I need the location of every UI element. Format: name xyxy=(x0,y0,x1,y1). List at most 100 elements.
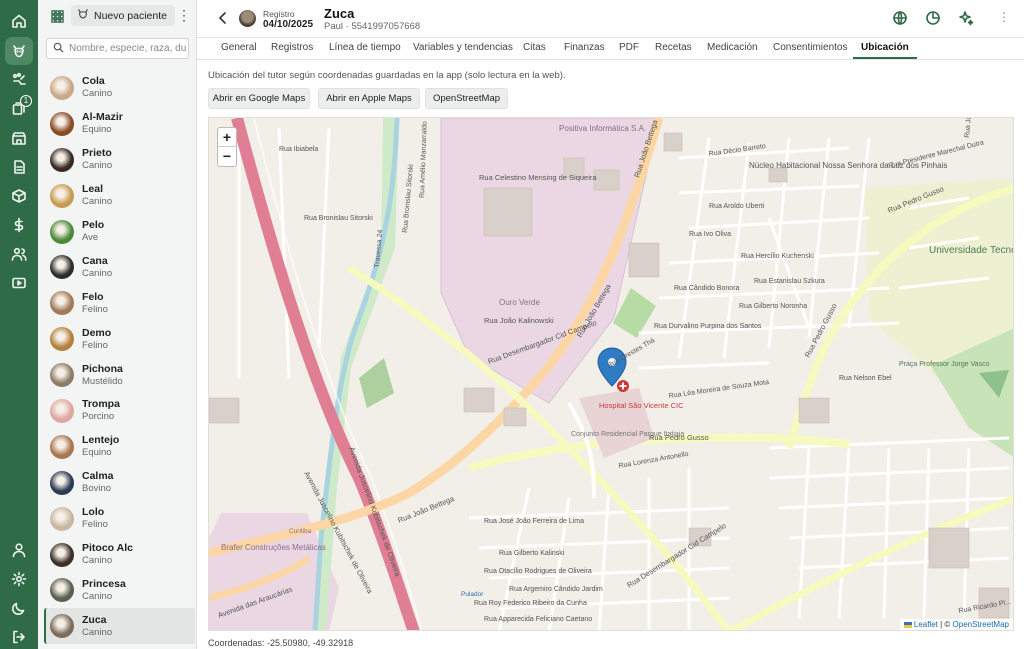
patient-list-item[interactable]: Calma Bovino xyxy=(44,465,195,501)
patient-list-item[interactable]: Al-Mazir Equino xyxy=(44,106,195,142)
home-icon[interactable] xyxy=(5,7,33,35)
tab-general[interactable]: General xyxy=(221,42,257,59)
tab-citas[interactable]: Citas xyxy=(523,42,546,59)
registro-date: 04/10/2025 xyxy=(263,19,314,30)
logout-icon[interactable] xyxy=(5,623,33,649)
new-patient-button[interactable]: Nuevo paciente xyxy=(71,5,175,26)
patient-list-item[interactable]: Zuca Canino xyxy=(44,608,195,645)
patient-list-item[interactable]: Demo Felino xyxy=(44,321,195,357)
patient-name: Trompa xyxy=(82,398,120,411)
patient-name: Lentejo xyxy=(82,434,120,447)
map-label: Rua João Kalinowski xyxy=(484,316,554,325)
tab-consentimientos[interactable]: Consentimientos xyxy=(773,42,847,59)
map-label: Rua Hercílio Kuchenski xyxy=(741,253,814,260)
video-icon[interactable] xyxy=(5,269,33,297)
google-maps-button[interactable]: Abrir en Google Maps xyxy=(208,88,310,109)
patient-name: Lolo xyxy=(82,506,105,519)
more-menu-icon[interactable]: ⋮ xyxy=(996,10,1012,26)
patient-list-item[interactable]: Lolo Felino xyxy=(44,501,195,537)
tab-medicación[interactable]: Medicación xyxy=(707,42,758,59)
avatar xyxy=(239,10,256,27)
tab-pdf[interactable]: PDF xyxy=(619,42,639,59)
patient-species: Canino xyxy=(82,626,113,638)
tab-ubicación[interactable]: Ubicación xyxy=(853,42,917,59)
openstreetmap-link[interactable]: OpenStreetMap xyxy=(953,620,1009,629)
paw-routes-icon[interactable] xyxy=(5,66,33,94)
map-label: Rua Otacílio Rodrigues de Oliveira xyxy=(484,568,592,575)
tab-línea-de-tiempo[interactable]: Línea de tiempo xyxy=(329,42,401,59)
map-tiles[interactable]: Positiva Informática S.A. Ouro Verde Núc… xyxy=(209,118,1014,631)
zoom-out-button[interactable]: − xyxy=(218,147,236,166)
tab-recetas[interactable]: Recetas xyxy=(655,42,692,59)
patient-list-item[interactable]: Leal Canino xyxy=(44,178,195,214)
back-icon[interactable] xyxy=(215,10,231,26)
ukraine-flag-icon xyxy=(903,621,912,628)
patient-name: Leal xyxy=(82,183,104,196)
avatar xyxy=(50,506,74,531)
box-icon[interactable] xyxy=(5,182,33,210)
page-title: Zuca xyxy=(324,6,355,21)
patient-species: Bovino xyxy=(82,483,112,495)
map-label: Ouro Verde xyxy=(499,298,540,307)
clinic-icon[interactable] xyxy=(5,124,33,152)
document-icon[interactable] xyxy=(5,153,33,181)
people-icon[interactable] xyxy=(5,240,33,268)
avatar xyxy=(50,434,74,459)
patient-list-item[interactable]: Trompa Porcino xyxy=(44,393,195,429)
search-input[interactable] xyxy=(69,43,187,54)
patient-name: Pelo xyxy=(82,219,105,231)
queue-icon[interactable]: 1 xyxy=(5,94,33,122)
patient-list-item[interactable]: Cola Canino xyxy=(44,70,195,106)
user-icon[interactable] xyxy=(5,536,33,564)
tab-variables-y-tendencias[interactable]: Variables y tendencias xyxy=(413,42,513,59)
leaflet-link[interactable]: Leaflet xyxy=(914,620,938,629)
map-label: Rua José João Ferreira de Lima xyxy=(484,518,584,525)
patient-list-item[interactable]: Lentejo Equino xyxy=(44,429,195,465)
main-panel: Registro 04/10/2025 Zuca Paul · 55419970… xyxy=(197,0,1024,649)
patient-list-item[interactable]: Pelo Ave xyxy=(44,214,195,250)
map-label: Rua Celestino Mensing de Siqueira xyxy=(479,173,597,182)
map-label: Brafer Construções Metálicas xyxy=(221,543,326,552)
patient-header: Registro 04/10/2025 Zuca Paul · 55419970… xyxy=(197,0,1024,38)
patient-species: Canino xyxy=(82,88,113,100)
patient-list-item[interactable]: Pitoco Alc Canino xyxy=(44,537,195,573)
apple-maps-button[interactable]: Abrir en Apple Maps xyxy=(318,88,420,109)
map-label: Universidade Tecnológica Federal do Para… xyxy=(929,245,1014,256)
patient-search[interactable] xyxy=(46,38,189,59)
map-label: Curitiba xyxy=(289,528,312,535)
dollar-icon[interactable] xyxy=(5,211,33,239)
patient-species: Equino xyxy=(82,124,112,136)
pet-icon[interactable] xyxy=(5,37,33,65)
avatar xyxy=(50,614,74,639)
openstreetmap-button[interactable]: OpenStreetMap xyxy=(425,88,508,109)
map-label: Rua Aroldo Uberti xyxy=(709,203,765,210)
sidebar-menu-icon[interactable]: ⋮ xyxy=(177,6,191,26)
avatar xyxy=(50,398,74,423)
tab-registros[interactable]: Registros xyxy=(271,42,313,59)
owner-line: Paul · 5541997057668 xyxy=(324,21,421,32)
map-label: Rua Argemiro Cândido Jardim xyxy=(509,586,603,593)
map-attribution: Leaflet | © OpenStreetMap xyxy=(899,619,1013,630)
moon-icon[interactable] xyxy=(5,594,33,622)
patient-species: Canino xyxy=(82,196,113,208)
search-icon xyxy=(53,42,64,56)
new-patient-label: Nuevo paciente xyxy=(94,9,167,22)
patient-list-item[interactable]: Prieto Canino xyxy=(44,142,195,178)
sparkles-icon[interactable] xyxy=(958,10,974,26)
pie-chart-icon[interactable] xyxy=(925,10,941,26)
avatar xyxy=(50,75,74,100)
patient-list-item[interactable]: Princesa Canino xyxy=(44,572,195,608)
patient-name: Felo xyxy=(82,290,104,303)
map-label: Rua Ibiabela xyxy=(279,146,318,153)
grid-view-icon[interactable] xyxy=(47,6,67,26)
patient-list-item[interactable]: Pichona Mustélido xyxy=(44,357,195,393)
tab-finanzas[interactable]: Finanzas xyxy=(564,42,605,59)
patient-list-item[interactable]: Felo Felino xyxy=(44,285,195,321)
location-map[interactable]: Positiva Informática S.A. Ouro Verde Núc… xyxy=(208,117,1014,631)
globe-icon[interactable] xyxy=(892,10,908,26)
settings-icon[interactable] xyxy=(5,565,33,593)
patient-list-item[interactable]: Cana Canino xyxy=(44,249,195,285)
zoom-in-button[interactable]: + xyxy=(218,128,236,147)
avatar xyxy=(50,147,74,172)
queue-badge: 1 xyxy=(20,95,32,107)
